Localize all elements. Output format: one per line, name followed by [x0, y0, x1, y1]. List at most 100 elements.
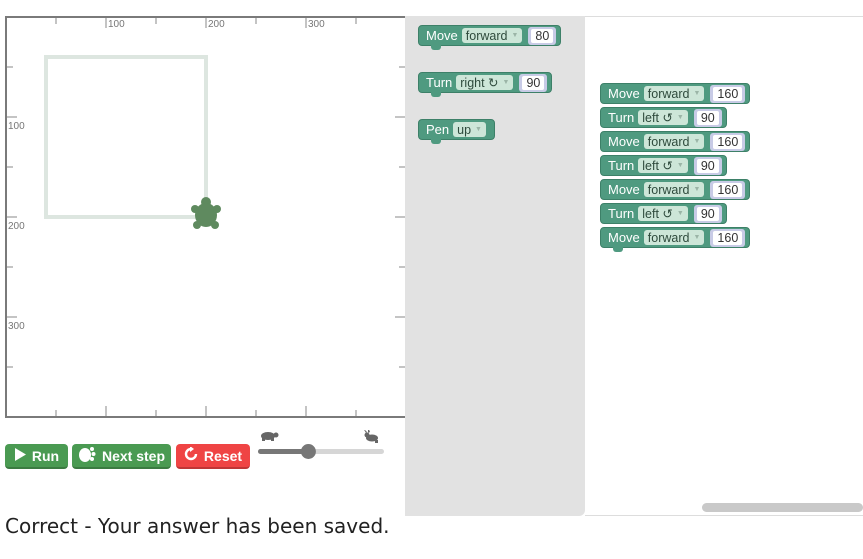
dropdown-value: forward	[465, 28, 508, 43]
number-value: 90	[696, 206, 719, 221]
x-tick-label: 300	[308, 19, 325, 30]
option-dropdown[interactable]: forward ▼	[643, 134, 705, 149]
value-input[interactable]: 160	[710, 132, 746, 151]
pen-block-template[interactable]: Pen up ▼	[418, 119, 495, 144]
reset-button[interactable]: Reset	[176, 444, 250, 469]
block-keyword: Turn	[608, 158, 635, 173]
dropdown-value: forward	[647, 182, 690, 197]
dropdown-value: forward	[647, 86, 690, 101]
number-value: 160	[713, 134, 743, 149]
block-keyword: Turn	[426, 75, 453, 90]
number-value: 90	[522, 75, 545, 90]
block-keyword: Turn	[608, 206, 635, 221]
turtle-canvas: 100 200 300 100 200 300	[5, 16, 407, 418]
block-keyword: Move	[608, 86, 640, 101]
pen-state-dropdown[interactable]: up ▼	[453, 122, 486, 137]
dropdown-value: forward	[647, 134, 690, 149]
value-input[interactable]: 90	[693, 204, 722, 223]
reset-icon	[184, 446, 198, 464]
next-step-button[interactable]: Next step	[72, 444, 171, 469]
workspace-border	[585, 515, 863, 516]
angle-input[interactable]: 90	[519, 73, 548, 92]
run-button[interactable]: Run	[5, 444, 68, 469]
caret-icon: ▼	[475, 126, 482, 133]
program-block[interactable]: Move forward ▼ 160	[600, 179, 751, 200]
number-value: 90	[696, 158, 719, 173]
footprint-icon	[78, 446, 96, 465]
block-notch	[431, 92, 441, 97]
number-value: 160	[713, 86, 743, 101]
value-input[interactable]: 160	[710, 228, 746, 247]
program-block[interactable]: Move forward ▼ 160	[600, 83, 751, 104]
program-block[interactable]: Turn left ↺ ▼ 90	[600, 203, 727, 224]
caret-icon: ▼	[676, 114, 684, 121]
next-step-button-label: Next step	[101, 447, 166, 464]
y-tick-label: 100	[8, 121, 25, 132]
workspace-border	[585, 16, 863, 17]
caret-icon: ▼	[693, 90, 701, 97]
speed-slider[interactable]	[256, 430, 386, 460]
dropdown-value: left ↺	[642, 159, 673, 173]
block-notch	[431, 45, 441, 50]
program-block[interactable]: Turn left ↺ ▼ 90	[600, 155, 727, 176]
number-value: 160	[713, 230, 743, 245]
distance-input[interactable]: 80	[528, 26, 557, 45]
program-block[interactable]: Move forward ▼ 160	[600, 227, 751, 252]
y-tick-label: 200	[8, 221, 25, 232]
horizontal-scrollbar[interactable]	[702, 503, 863, 512]
dropdown-value: up	[457, 122, 472, 137]
caret-icon: ▼	[693, 138, 701, 145]
number-value: 90	[696, 110, 719, 125]
value-input[interactable]: 160	[710, 180, 746, 199]
status-message: Correct - Your answer has been saved.	[5, 514, 390, 538]
block-keyword: Turn	[608, 110, 635, 125]
caret-icon: ▼	[676, 162, 684, 169]
block-notch	[431, 139, 441, 144]
turtle-icon	[191, 197, 221, 229]
dropdown-value: left ↺	[642, 111, 673, 125]
dropdown-value: right ↻	[460, 76, 499, 90]
value-input[interactable]: 90	[693, 156, 722, 175]
y-tick-label: 300	[8, 321, 25, 332]
direction-dropdown[interactable]: right ↻ ▼	[456, 75, 514, 90]
block-keyword: Pen	[426, 122, 450, 137]
option-dropdown[interactable]: forward ▼	[643, 182, 705, 197]
drawn-path	[44, 55, 208, 219]
caret-icon: ▼	[502, 79, 510, 86]
slow-turtle-icon	[261, 432, 279, 441]
run-button-label: Run	[31, 447, 60, 464]
option-dropdown[interactable]: forward ▼	[643, 230, 705, 245]
caret-icon: ▼	[693, 186, 701, 193]
caret-icon: ▼	[511, 32, 519, 39]
option-dropdown[interactable]: forward ▼	[643, 86, 705, 101]
canvas-drawing: 100 200 300 100 200 300	[7, 18, 405, 416]
x-tick-label: 100	[108, 19, 125, 30]
program-block[interactable]: Turn left ↺ ▼ 90	[600, 107, 727, 128]
option-dropdown[interactable]: left ↺ ▼	[638, 206, 688, 221]
caret-icon: ▼	[693, 234, 701, 241]
x-tick-label: 200	[208, 19, 225, 30]
value-input[interactable]: 160	[710, 84, 746, 103]
block-keyword: Move	[608, 230, 640, 245]
value-input[interactable]: 90	[693, 108, 722, 127]
caret-icon: ▼	[676, 210, 684, 217]
block-toolbox: Move forward ▼ 80 Turn right ↻ ▼ 90 Pen up…	[405, 16, 585, 516]
block-keyword: Move	[608, 182, 640, 197]
number-value: 160	[713, 182, 743, 197]
slider-thumb[interactable]	[300, 444, 316, 459]
block-keyword: Move	[426, 28, 458, 43]
direction-dropdown[interactable]: forward ▼	[461, 28, 523, 43]
program-block[interactable]: Move forward ▼ 160	[600, 131, 751, 152]
option-dropdown[interactable]: left ↺ ▼	[638, 110, 688, 125]
block-notch	[613, 247, 623, 252]
option-dropdown[interactable]: left ↺ ▼	[638, 158, 688, 173]
play-icon	[14, 447, 26, 464]
reset-button-label: Reset	[203, 447, 243, 464]
turn-block-template[interactable]: Turn right ↻ ▼ 90	[418, 72, 553, 97]
block-keyword: Move	[608, 134, 640, 149]
move-block-template[interactable]: Move forward ▼ 80	[418, 25, 562, 50]
number-value: 80	[531, 28, 554, 43]
dropdown-value: forward	[647, 230, 690, 245]
slider-fill	[258, 449, 309, 454]
fast-rabbit-icon	[364, 430, 378, 443]
